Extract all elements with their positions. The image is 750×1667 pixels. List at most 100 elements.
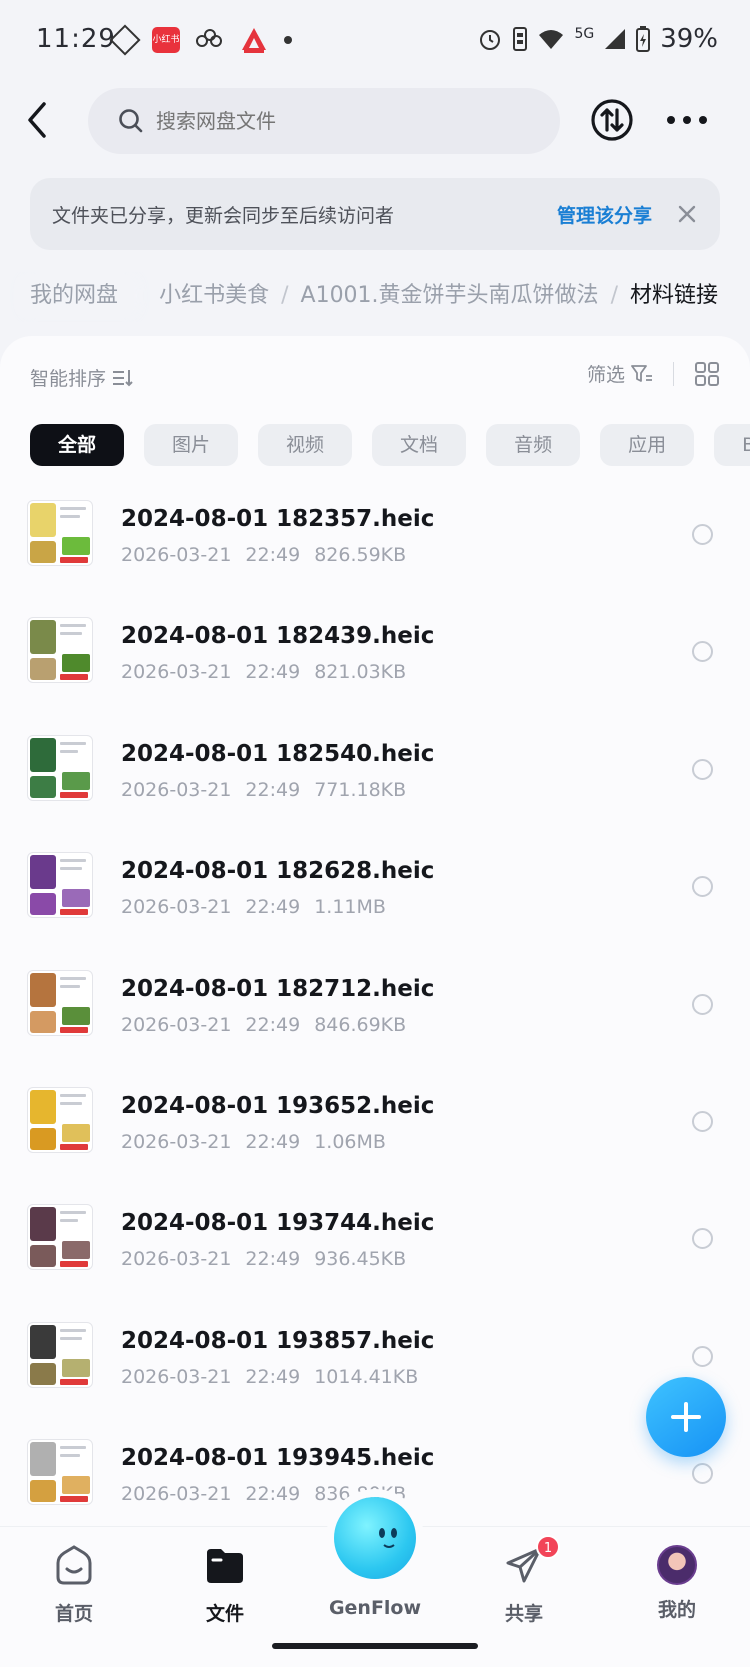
file-time: 22:49 (245, 544, 301, 566)
genflow-mascot-icon[interactable] (334, 1497, 416, 1579)
file-list: 2024-08-01 182357.heic 2026-03-21 22:49 82… (0, 486, 750, 1543)
alarm-icon (480, 30, 501, 50)
file-meta: 2026-03-21 22:49 1014.41KB (121, 1366, 418, 1388)
select-radio[interactable] (692, 641, 713, 663)
file-meta: 2026-03-21 22:49 1.06MB (121, 1131, 386, 1153)
file-meta: 2026-03-21 22:49 771.18KB (121, 779, 406, 801)
filter-view-controls: 筛选 (587, 360, 720, 387)
select-radio[interactable] (692, 524, 713, 545)
manage-share-link[interactable]: 管理该分享 (557, 201, 652, 228)
nav-home[interactable]: 首页 (24, 1543, 124, 1626)
notification-icons: 小红书 (109, 24, 292, 56)
system-status: 5G 39% (478, 24, 718, 54)
share-notice-banner: 文件夹已分享，更新会同步至后续访问者 管理该分享 (30, 178, 720, 250)
file-name: 2024-08-01 193945.heic (121, 1445, 435, 1472)
file-time: 22:49 (245, 1248, 301, 1271)
breadcrumb-home[interactable]: 我的网盘 (14, 274, 135, 318)
file-date: 2026-03-21 (121, 1130, 232, 1153)
file-row[interactable]: 2024-08-01 193652.heic 2026-03-21 22:49 1.… (0, 1073, 750, 1190)
file-thumbnail (27, 1086, 93, 1153)
chip-apps[interactable]: 应用 (600, 424, 695, 466)
add-button[interactable] (646, 1377, 726, 1457)
file-size: 826.59KB (314, 544, 407, 566)
file-row[interactable]: 2024-08-01 182628.heic 2026-03-21 22:49 1.… (0, 838, 750, 955)
wifi-icon (539, 30, 564, 49)
status-bar: 11:29 小红书 5G 39% (0, 0, 750, 84)
home-icon (56, 1545, 92, 1585)
nav-share[interactable]: 共享 (474, 1543, 574, 1626)
file-thumbnail (27, 1321, 93, 1388)
more-options-button[interactable] (664, 104, 710, 136)
home-indicator[interactable] (272, 1643, 478, 1649)
share-notice-text: 文件夹已分享，更新会同步至后续访问者 (52, 204, 395, 227)
file-date: 2026-03-21 (121, 661, 232, 684)
grid-view-icon[interactable] (694, 361, 720, 387)
select-radio[interactable] (692, 1463, 713, 1485)
search-input[interactable] (156, 109, 516, 133)
chip-all[interactable]: 全部 (30, 424, 125, 466)
sort-icon (113, 369, 133, 386)
nav-me[interactable]: 我的 (627, 1543, 727, 1622)
file-row[interactable]: 2024-08-01 193744.heic 2026-03-21 22:49 93… (0, 1190, 750, 1307)
chip-videos[interactable]: 视频 (258, 424, 353, 466)
vibrate-icon (513, 27, 528, 51)
select-radio[interactable] (692, 1345, 713, 1367)
cloud-app-icon (196, 29, 224, 51)
file-browser-panel: 智能排序 筛选 全部 图片 视频 文档 音频 应用 BT种子 其他 2024-0… (0, 336, 750, 1667)
chip-images[interactable]: 图片 (144, 424, 239, 466)
breadcrumb-item[interactable]: 小红书美食 (159, 283, 269, 308)
file-name: 2024-08-01 182357.heic (121, 506, 435, 532)
nav-home-label: 首页 (54, 1603, 93, 1625)
select-radio[interactable] (692, 876, 713, 898)
select-radio[interactable] (692, 993, 713, 1015)
chip-documents[interactable]: 文档 (372, 424, 467, 466)
filter-label[interactable]: 筛选 (587, 360, 625, 387)
transfer-sync-button[interactable] (590, 98, 634, 142)
close-icon[interactable] (676, 203, 698, 225)
nav-files[interactable]: 文件 (175, 1543, 275, 1626)
file-row[interactable]: 2024-08-01 193857.heic 2026-03-21 22:49 10… (0, 1308, 750, 1425)
file-name: 2024-08-01 193652.heic (121, 1092, 435, 1119)
select-radio[interactable] (692, 1228, 713, 1250)
file-meta: 2026-03-21 22:49 846.69KB (121, 1014, 406, 1036)
diamond-app-icon (109, 24, 141, 56)
signal-icon (605, 29, 626, 49)
filter-icon[interactable] (631, 364, 653, 384)
file-date: 2026-03-21 (121, 1248, 232, 1271)
nav-genflow-label[interactable]: GenFlow (300, 1597, 450, 1619)
file-size: 771.18KB (314, 778, 407, 801)
file-size: 1.06MB (314, 1130, 386, 1153)
breadcrumb-item[interactable]: A1001.黄金饼芋头南瓜饼做法 (301, 283, 599, 308)
back-button[interactable] (24, 98, 72, 142)
breadcrumb-separator: / (281, 283, 289, 308)
file-row[interactable]: 2024-08-01 182540.heic 2026-03-21 22:49 77… (0, 721, 750, 838)
file-meta: 2026-03-21 22:49 821.03KB (121, 661, 406, 683)
chip-audio[interactable]: 音频 (486, 424, 581, 466)
select-radio[interactable] (692, 1110, 713, 1132)
network-type: 5G (574, 26, 595, 42)
file-row[interactable]: 2024-08-01 182439.heic 2026-03-21 22:49 82… (0, 603, 750, 720)
file-thumbnail (27, 852, 93, 919)
file-size: 846.69KB (314, 1013, 407, 1036)
file-meta: 2026-03-21 22:49 936.45KB (121, 1248, 406, 1270)
file-thumbnail (27, 969, 93, 1036)
sort-button[interactable]: 智能排序 (30, 364, 134, 391)
breadcrumb-trail: 小红书美食 / A1001.黄金饼芋头南瓜饼做法 / 材料链接 (159, 274, 718, 318)
select-radio[interactable] (692, 758, 713, 780)
file-time: 22:49 (245, 661, 301, 684)
file-name: 2024-08-01 182712.heic (121, 975, 435, 1002)
file-date: 2026-03-21 (121, 1365, 232, 1388)
nav-me-label: 我的 (657, 1599, 696, 1621)
sort-label: 智能排序 (30, 368, 107, 390)
file-row[interactable]: 2024-08-01 182712.heic 2026-03-21 22:49 84… (0, 956, 750, 1073)
search-bar[interactable] (88, 88, 560, 154)
breadcrumb-separator: / (610, 283, 618, 308)
file-row[interactable]: 2024-08-01 182357.heic 2026-03-21 22:49 82… (0, 486, 750, 603)
battery-level: 39% (660, 24, 718, 54)
file-date: 2026-03-21 (121, 778, 232, 801)
nav-share-label: 共享 (504, 1603, 543, 1625)
xiaohongshu-app-icon: 小红书 (152, 27, 180, 53)
chip-bt[interactable]: BT种子 (714, 424, 750, 466)
ribbon-app-icon (242, 28, 266, 53)
more-notifications-icon (284, 36, 292, 44)
